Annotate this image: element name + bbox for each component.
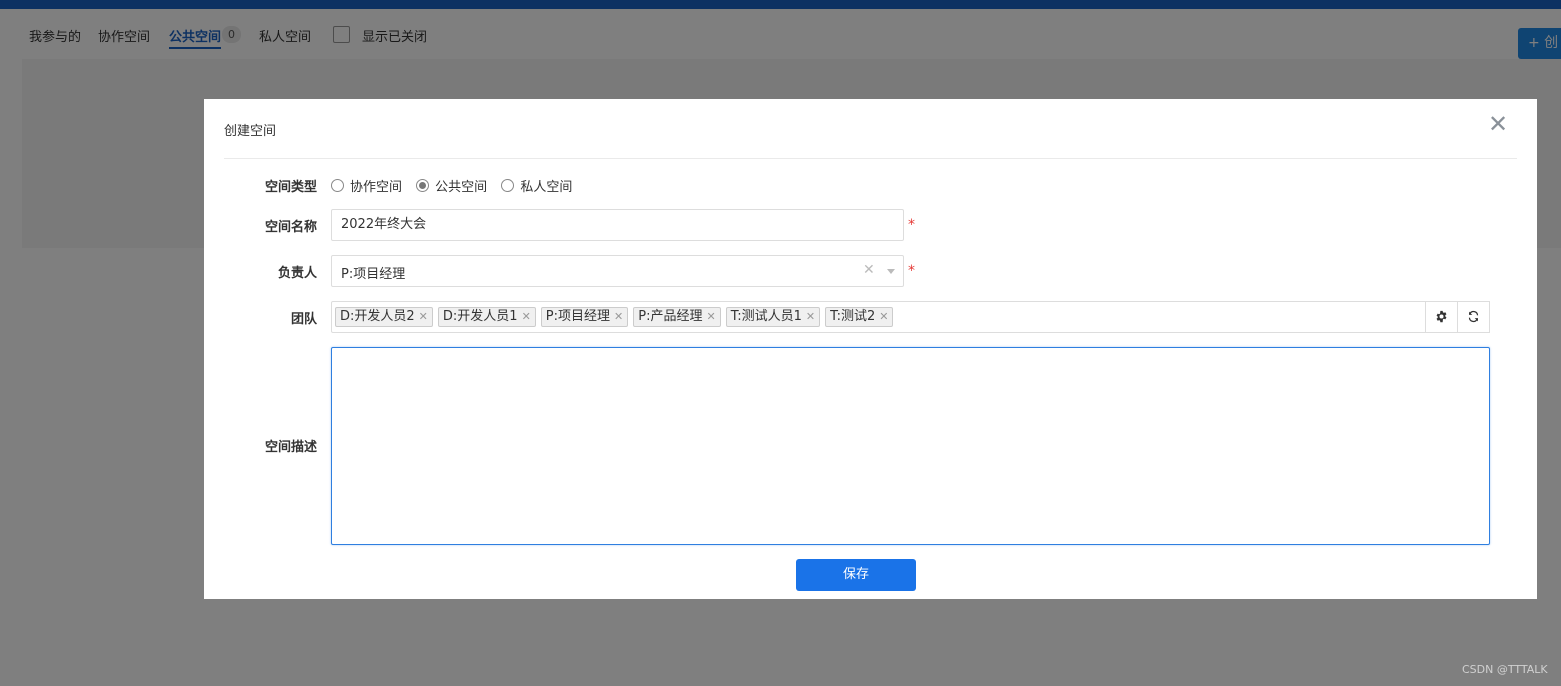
refresh-icon [1468,310,1479,323]
dialog-divider [224,158,1517,159]
save-button[interactable]: 保存 [796,559,916,591]
team-tag: T:测试2 ✕ [825,307,894,327]
team-tag-label: T:测试2 [830,309,876,324]
radio-public[interactable] [416,179,430,192]
team-tag-label: P:项目经理 [545,309,611,324]
radio-collab-label[interactable]: 协作空间 [350,176,402,195]
team-refresh-button[interactable] [1457,301,1490,333]
space-name-input[interactable]: 2022年终大会 [331,209,904,241]
team-tag: P:产品经理 ✕ [633,307,721,327]
owner-select-value: P:项目经理 [341,267,406,282]
tag-remove-icon[interactable]: ✕ [706,310,715,323]
tag-remove-icon[interactable]: ✕ [614,310,623,323]
space-type-label: 空间类型 [264,180,317,195]
team-tag: D:开发人员1 ✕ [437,307,536,327]
tag-remove-icon[interactable]: ✕ [419,310,428,323]
space-name-label: 空间名称 [264,220,317,235]
team-tag: P:项目经理 ✕ [540,307,629,327]
space-name-required-mark: * [908,217,915,233]
radio-collab[interactable] [331,179,344,192]
description-label: 空间描述 [264,440,317,455]
team-label: 团队 [290,312,317,327]
radio-private-label[interactable]: 私人空间 [520,176,572,195]
space-type-radio-group: 协作空间 公共空间 私人空间 [331,176,582,195]
tag-remove-icon[interactable]: ✕ [879,310,888,323]
owner-required-mark: * [908,263,915,279]
team-tag-label: D:开发人员2 [340,309,415,324]
team-tag-label: D:开发人员1 [442,309,518,324]
close-icon[interactable]: ✕ [1487,112,1509,136]
gear-icon [1436,310,1447,323]
create-space-dialog: 创建空间 ✕ 空间类型 协作空间 公共空间 私人空间 空间名称 2022年终大会… [204,99,1537,599]
tag-remove-icon[interactable]: ✕ [806,310,815,323]
watermark: CSDN @TTTALK [1462,663,1548,676]
radio-private[interactable] [501,179,515,192]
team-tags-input[interactable]: D:开发人员2 ✕ D:开发人员1 ✕ P:项目经理 ✕ P:产品经理 ✕ T:测试人员1 ✕ T:… [331,301,1427,333]
team-settings-button[interactable] [1425,301,1458,333]
team-tag-label: P:产品经理 [638,309,703,324]
radio-public-label[interactable]: 公共空间 [435,176,487,195]
chevron-down-icon[interactable] [887,269,895,274]
dialog-title: 创建空间 [224,124,277,139]
description-textarea[interactable] [331,347,1490,545]
team-tag: D:开发人员2 ✕ [335,307,433,327]
clear-icon[interactable]: ✕ [863,262,875,278]
owner-select[interactable]: P:项目经理 ✕ [331,255,904,287]
team-tag-label: T:测试人员1 [730,309,802,324]
owner-label: 负责人 [277,266,317,281]
team-tag: T:测试人员1 ✕ [725,307,821,327]
tag-remove-icon[interactable]: ✕ [522,310,531,323]
